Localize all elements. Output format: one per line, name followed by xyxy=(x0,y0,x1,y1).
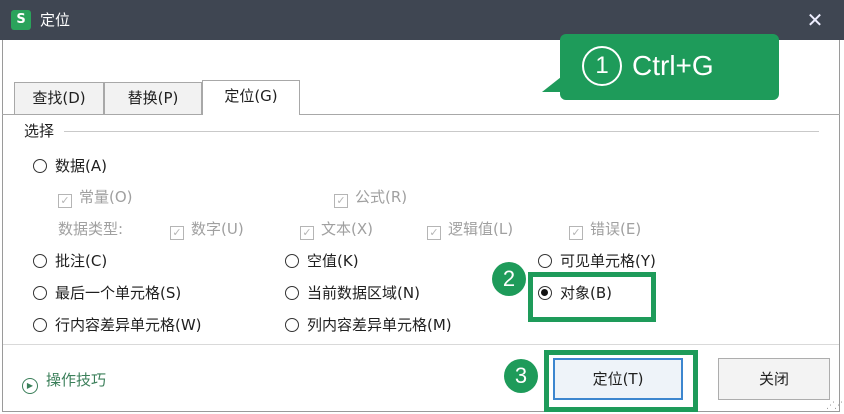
tab-goto[interactable]: 定位(G) xyxy=(202,80,300,115)
callout-step1: 1 Ctrl+G xyxy=(560,34,779,100)
step2-badge: 2 xyxy=(492,262,526,296)
step2-highlight xyxy=(528,272,656,322)
step1-number: 1 xyxy=(582,46,622,86)
step3-highlight xyxy=(544,350,698,412)
step3-badge: 3 xyxy=(504,359,538,393)
step1-shortcut: Ctrl+G xyxy=(632,50,714,81)
